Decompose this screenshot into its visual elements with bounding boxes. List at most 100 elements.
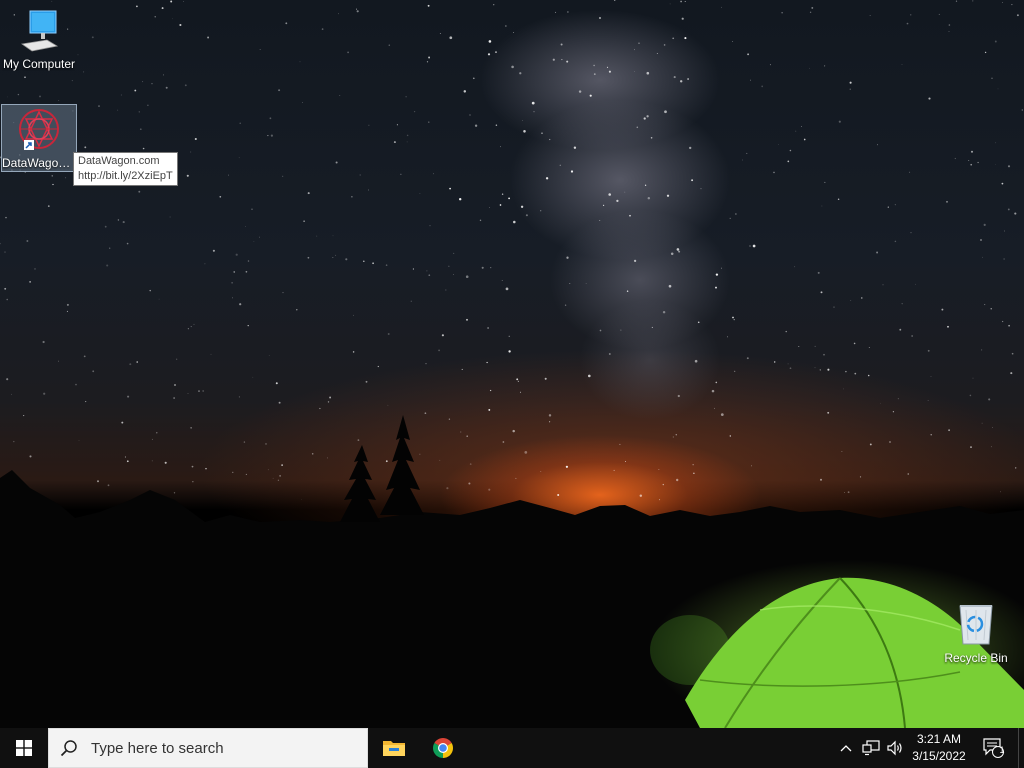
star xyxy=(564,304,567,306)
star xyxy=(368,189,369,191)
star xyxy=(472,77,475,80)
star xyxy=(679,80,683,83)
star xyxy=(238,396,240,398)
star xyxy=(982,256,983,258)
star xyxy=(109,247,111,249)
star xyxy=(7,96,8,98)
search-input[interactable] xyxy=(89,738,353,758)
star xyxy=(339,95,341,96)
start-button[interactable] xyxy=(0,728,48,768)
star xyxy=(238,157,240,159)
star xyxy=(650,137,653,139)
star xyxy=(321,28,324,30)
star xyxy=(449,187,451,190)
star xyxy=(277,479,280,481)
star xyxy=(39,95,41,98)
star xyxy=(24,76,26,79)
star xyxy=(245,270,248,273)
star xyxy=(424,412,427,415)
star xyxy=(58,99,60,101)
star xyxy=(75,383,77,386)
star xyxy=(751,465,752,467)
star xyxy=(773,171,775,174)
star xyxy=(165,86,168,89)
taskbar-clock[interactable]: 3:21 AM 3/15/2022 xyxy=(906,731,972,765)
star xyxy=(319,407,321,410)
star xyxy=(970,163,973,166)
star xyxy=(265,442,267,445)
star xyxy=(433,173,434,175)
star xyxy=(142,147,145,150)
star xyxy=(158,298,160,300)
star xyxy=(639,494,643,497)
star xyxy=(729,435,731,437)
star xyxy=(838,120,841,123)
star xyxy=(142,81,144,83)
taskbar-file-explorer[interactable] xyxy=(370,728,418,768)
star xyxy=(126,242,129,245)
star xyxy=(419,453,421,455)
star xyxy=(869,15,871,16)
star xyxy=(138,111,140,113)
star xyxy=(761,85,764,88)
star xyxy=(120,94,122,96)
star xyxy=(461,368,463,370)
star xyxy=(809,11,812,13)
tooltip-title: DataWagon.com xyxy=(78,155,160,167)
network-button[interactable] xyxy=(860,728,882,768)
star xyxy=(460,431,462,433)
star xyxy=(824,181,826,183)
star xyxy=(573,146,577,149)
star xyxy=(540,471,542,472)
star xyxy=(732,41,734,42)
star xyxy=(448,418,451,420)
star xyxy=(426,270,428,272)
my-computer-shortcut[interactable]: My Computer xyxy=(1,8,77,71)
star xyxy=(658,469,660,470)
star xyxy=(428,121,430,123)
star xyxy=(511,65,514,69)
recycle-bin-shortcut[interactable]: Recycle Bin xyxy=(938,600,1014,665)
action-center-button[interactable]: 1 xyxy=(974,728,1014,768)
star xyxy=(843,388,844,390)
star xyxy=(127,395,130,398)
taskbar-chrome[interactable] xyxy=(419,728,467,768)
star xyxy=(192,481,194,483)
star xyxy=(136,5,138,8)
shortcut-tooltip: DataWagon.com http://bit.ly/2XziEpT xyxy=(73,152,178,186)
star xyxy=(513,31,515,33)
volume-button[interactable] xyxy=(884,728,906,768)
star xyxy=(245,226,246,227)
star xyxy=(406,141,408,143)
show-hidden-icons-button[interactable] xyxy=(836,728,856,768)
star xyxy=(715,381,718,384)
star xyxy=(1021,109,1023,111)
datawagon-shortcut[interactable]: DataWagon.com xyxy=(1,104,77,172)
star xyxy=(396,124,398,126)
star xyxy=(983,223,986,226)
star xyxy=(23,415,25,417)
star xyxy=(302,102,304,104)
star xyxy=(773,361,776,363)
star xyxy=(259,49,261,50)
star xyxy=(303,220,305,222)
star xyxy=(121,421,124,424)
star xyxy=(387,333,390,335)
show-desktop-button[interactable] xyxy=(1018,728,1024,768)
star xyxy=(508,350,511,353)
star xyxy=(51,0,53,2)
star xyxy=(994,40,997,43)
star xyxy=(663,44,666,46)
star xyxy=(138,190,141,193)
star xyxy=(29,455,32,458)
star xyxy=(232,471,234,473)
star xyxy=(995,163,996,165)
star xyxy=(787,363,789,365)
star xyxy=(847,491,850,494)
star xyxy=(400,173,402,175)
star xyxy=(205,467,207,470)
star xyxy=(681,17,684,20)
star xyxy=(608,353,611,355)
taskbar-search[interactable] xyxy=(48,728,368,768)
star xyxy=(351,195,353,198)
